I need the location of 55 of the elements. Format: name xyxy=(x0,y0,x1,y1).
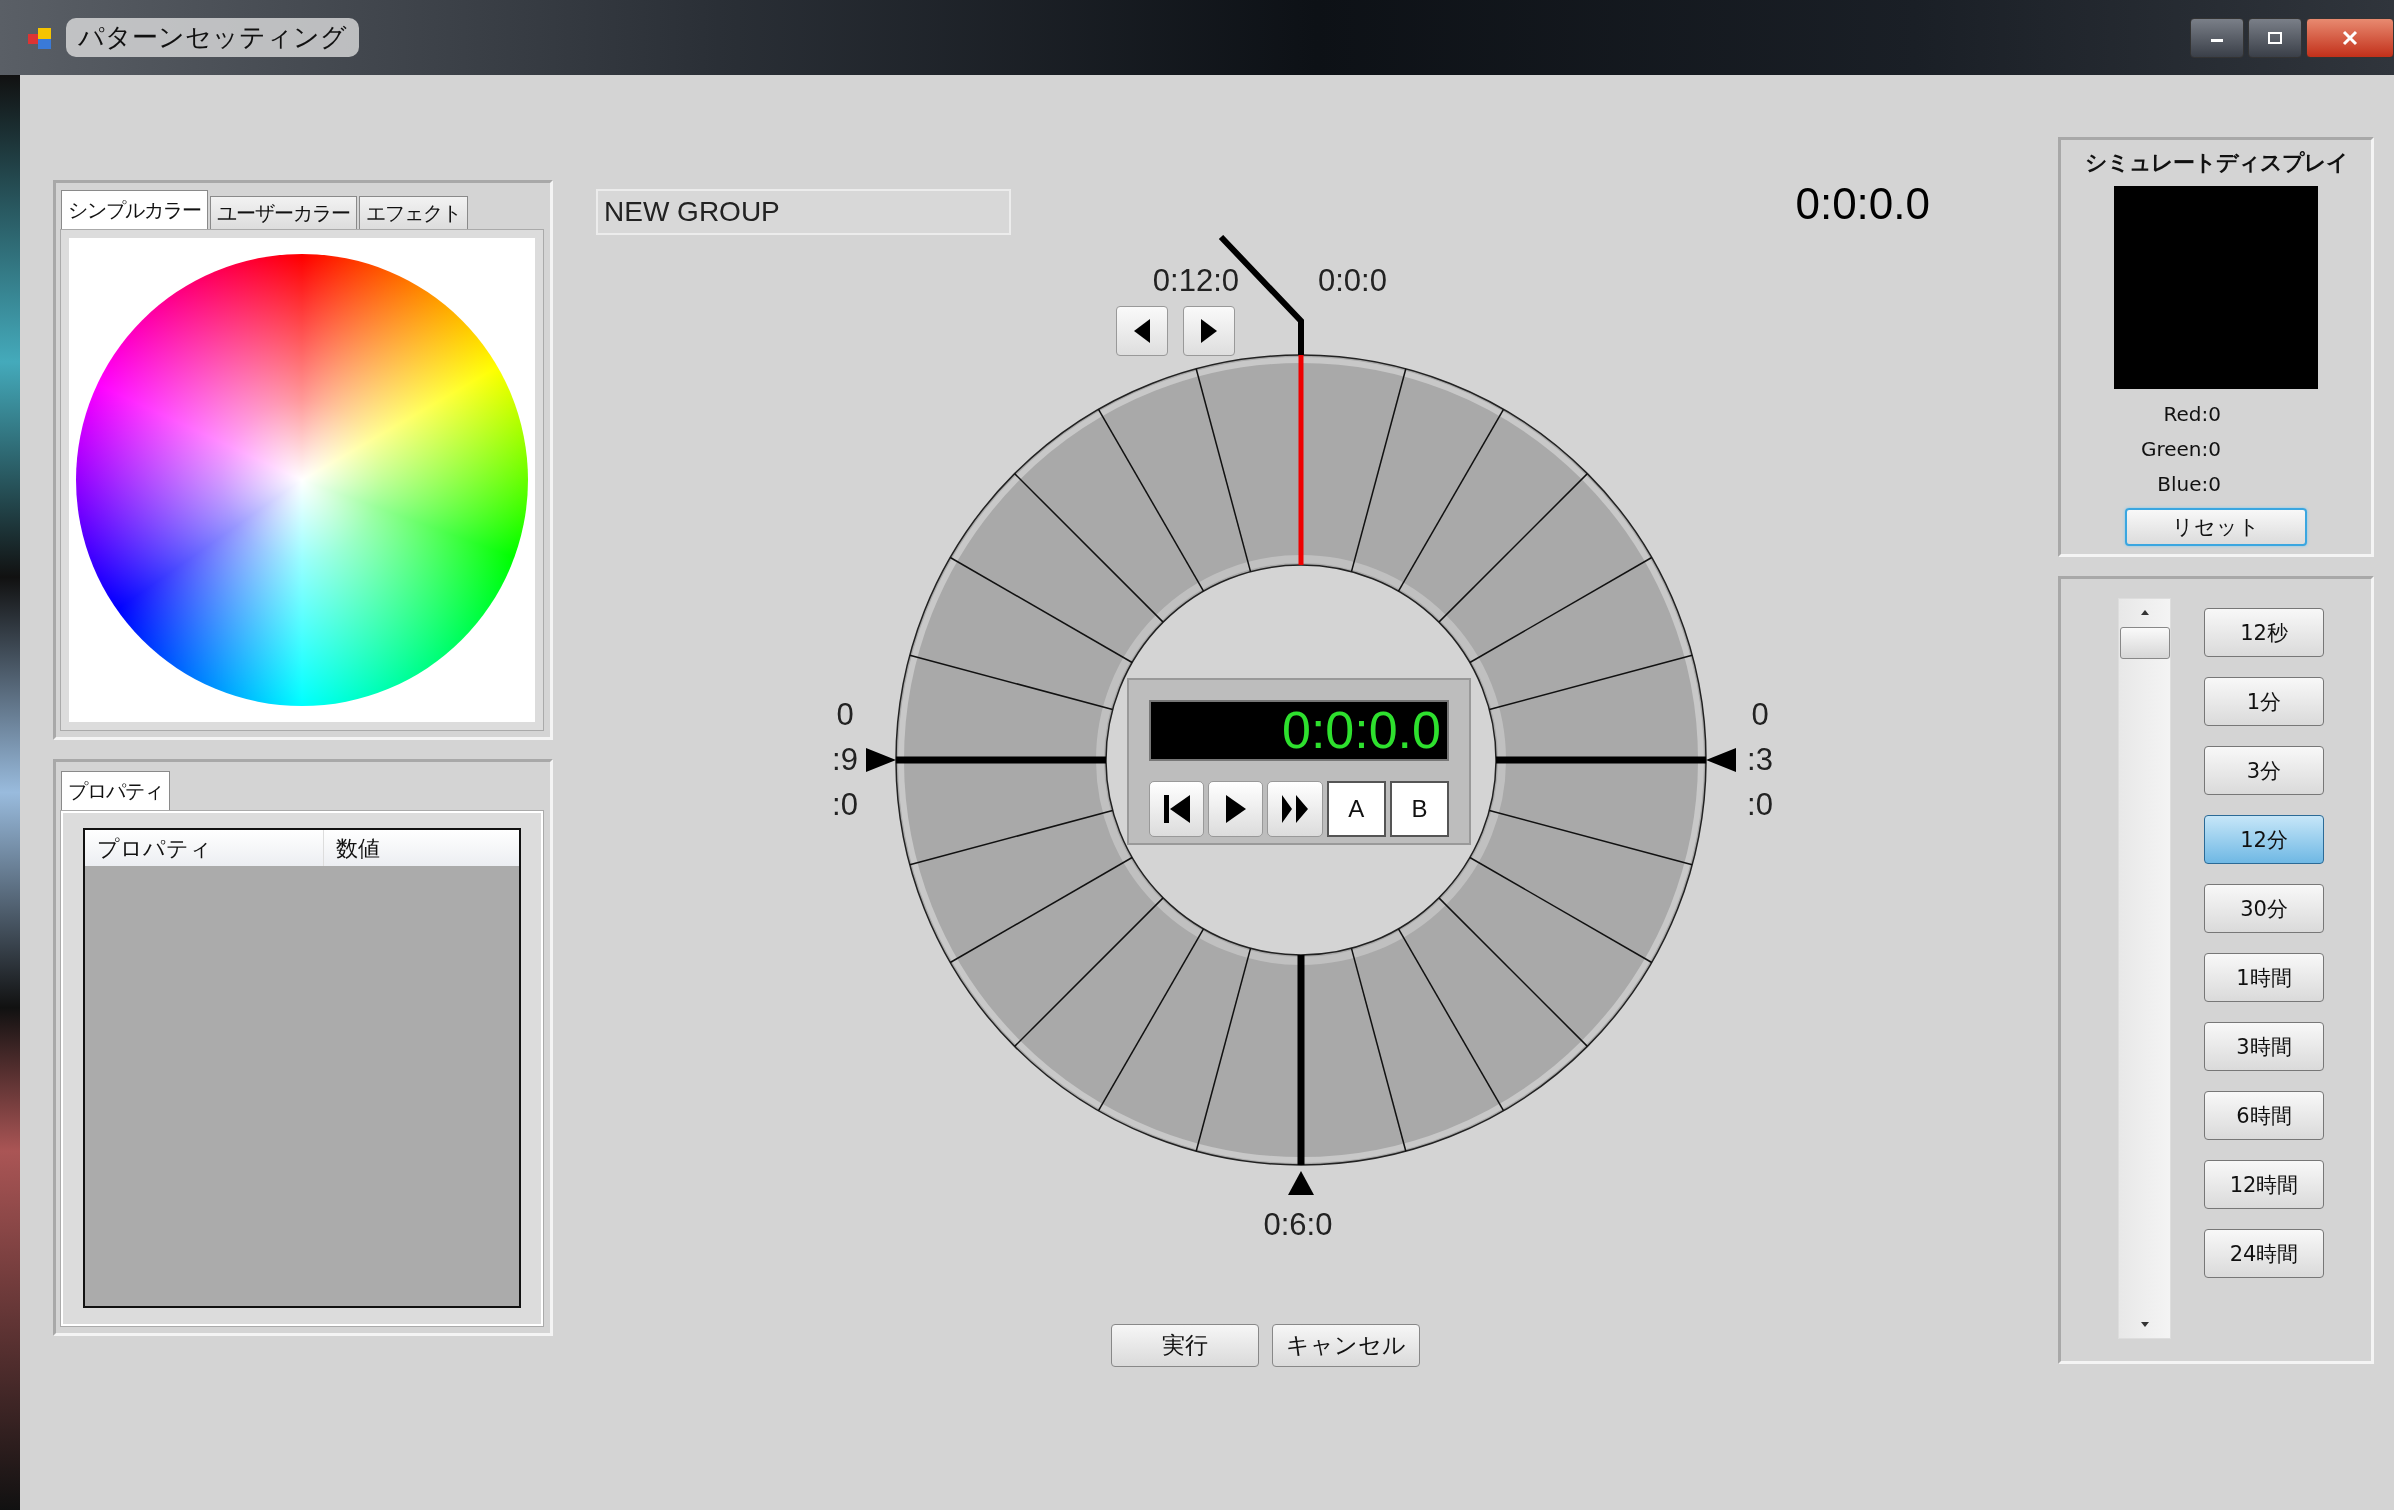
action-button[interactable]: キャンセル xyxy=(1271,1324,1420,1367)
color-reading: Green:0 xyxy=(2140,436,2221,463)
dial-label: :0 xyxy=(832,787,858,822)
dial-label: 0 xyxy=(1751,697,1769,732)
time-scale-button[interactable]: 3分 xyxy=(2204,746,2324,795)
color-tab[interactable]: ユーザーカラー xyxy=(210,196,357,230)
group-title: シミュレートディスプレイ xyxy=(2084,149,2348,177)
dial-label: 0:6:0 xyxy=(1263,1207,1333,1242)
dial-label: :0 xyxy=(1747,787,1773,822)
scrollbar-thumb[interactable] xyxy=(2119,627,2170,659)
dial-label: :3 xyxy=(1747,742,1773,777)
app-icon xyxy=(28,25,52,50)
time-scale-button[interactable]: 1分 xyxy=(2204,677,2324,726)
marker-button[interactable]: A xyxy=(1326,781,1386,837)
action-button[interactable]: 実行 xyxy=(1110,1324,1259,1367)
maximize-icon xyxy=(2267,31,2283,45)
right-triangle-icon xyxy=(1199,317,1219,345)
dial-label: 0:12:0 xyxy=(1152,263,1239,298)
close-button[interactable] xyxy=(2306,18,2394,58)
color-reading: Blue:0 xyxy=(2157,471,2221,498)
previous-button[interactable] xyxy=(1116,306,1168,356)
color-tab[interactable]: シンプルカラー xyxy=(61,190,208,230)
reset-button[interactable]: リセット xyxy=(2125,508,2307,546)
time-scale-button[interactable]: 24時間 xyxy=(2204,1229,2324,1278)
color-reading: Red:0 xyxy=(2163,401,2221,428)
close-icon xyxy=(2341,30,2359,46)
color-tab[interactable]: エフェクト xyxy=(359,196,468,230)
window-title: パターンセッティング xyxy=(66,18,359,57)
next-button[interactable] xyxy=(1183,306,1235,356)
fast-forward-icon xyxy=(1280,793,1311,825)
scrollbar[interactable] xyxy=(2118,598,2171,1339)
property-tab[interactable]: プロパティ xyxy=(61,771,170,811)
play-button[interactable] xyxy=(1208,781,1264,837)
play-icon xyxy=(1223,793,1248,825)
skip-start-icon xyxy=(1161,793,1192,825)
dial-label: :9 xyxy=(832,742,858,777)
time-scale-button[interactable]: 30分 xyxy=(2204,884,2324,933)
group-name-field[interactable]: NEW GROUP xyxy=(596,189,1011,235)
maximize-button[interactable] xyxy=(2248,18,2302,58)
time-scale-button[interactable]: 1時間 xyxy=(2204,953,2324,1002)
fast-forward-button[interactable] xyxy=(1267,781,1323,837)
dial-label: 0:0:0 xyxy=(1318,263,1387,298)
marker-button[interactable]: B xyxy=(1389,781,1449,837)
time-scale-button[interactable]: 12時間 xyxy=(2204,1160,2324,1209)
time-scale-button[interactable]: 12秒 xyxy=(2204,608,2324,657)
column-header[interactable]: プロパティ xyxy=(85,830,324,866)
column-header[interactable]: 数値 xyxy=(324,830,392,866)
skip-start-button[interactable] xyxy=(1149,781,1205,837)
time-scale-button[interactable]: 6時間 xyxy=(2204,1091,2324,1140)
dial-label: 0 xyxy=(836,697,854,732)
time-display: 0:0:0.0 xyxy=(1149,700,1449,761)
time-scale-button[interactable]: 12分 xyxy=(2204,815,2324,864)
left-triangle-icon xyxy=(1132,317,1152,345)
elapsed-time: 0:0:0.0 xyxy=(1795,179,1930,229)
time-scale-button[interactable]: 3時間 xyxy=(2204,1022,2324,1071)
